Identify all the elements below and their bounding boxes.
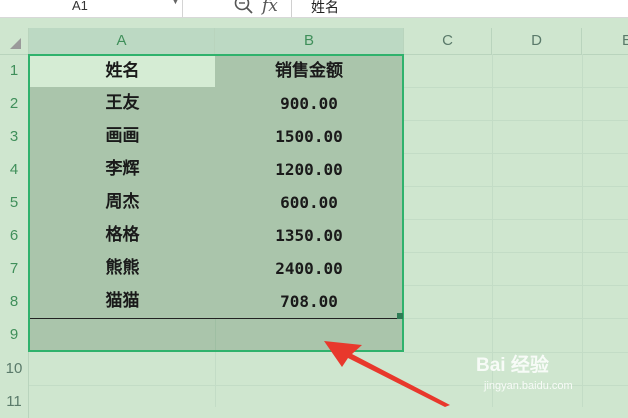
- column-header-b[interactable]: B: [215, 28, 404, 54]
- watermark-logo: Bai 经验: [476, 355, 549, 376]
- name-box-value: A1: [72, 0, 88, 13]
- zoom-icon[interactable]: [233, 0, 255, 15]
- select-all-corner[interactable]: [0, 28, 29, 54]
- row-header-4[interactable]: 4: [0, 153, 29, 186]
- selection-border: [28, 54, 404, 352]
- row-header-8[interactable]: 8: [0, 285, 29, 318]
- grid-line: [404, 153, 628, 154]
- watermark-url: jingyan.baidu.com: [484, 380, 573, 392]
- row-header-1[interactable]: 1: [0, 54, 29, 87]
- row-header-5[interactable]: 5: [0, 186, 29, 219]
- row-header-7[interactable]: 7: [0, 252, 29, 285]
- annotation-arrow-icon: [324, 341, 450, 407]
- grid-line: [582, 54, 583, 407]
- grid-line: [404, 120, 628, 121]
- column-header-c[interactable]: C: [404, 28, 492, 54]
- row-header-11[interactable]: 11: [0, 385, 29, 418]
- row-header-10[interactable]: 10: [0, 352, 29, 385]
- grid-line: [404, 219, 628, 220]
- formula-bar: A1 ▼ fx 姓名: [0, 0, 628, 18]
- formula-divider: [291, 0, 292, 17]
- column-header-e[interactable]: E: [582, 28, 628, 54]
- column-header-a[interactable]: A: [29, 28, 215, 54]
- row-header-9[interactable]: 9: [0, 318, 29, 352]
- grid-line: [215, 352, 216, 407]
- row-header-2[interactable]: 2: [0, 87, 29, 120]
- chevron-down-icon[interactable]: ▼: [171, 0, 180, 6]
- formula-input[interactable]: 姓名: [311, 0, 339, 17]
- grid-line: [404, 252, 628, 253]
- fill-handle[interactable]: [397, 313, 403, 319]
- row-header-3[interactable]: 3: [0, 120, 29, 153]
- name-box[interactable]: A1 ▼: [0, 0, 183, 17]
- grid-line: [404, 186, 628, 187]
- row-header-6[interactable]: 6: [0, 219, 29, 252]
- grid-line: [404, 285, 628, 286]
- grid-line: [404, 87, 628, 88]
- column-header-d[interactable]: D: [492, 28, 582, 54]
- grid-line: [404, 318, 628, 319]
- fx-icon[interactable]: fx: [262, 0, 278, 16]
